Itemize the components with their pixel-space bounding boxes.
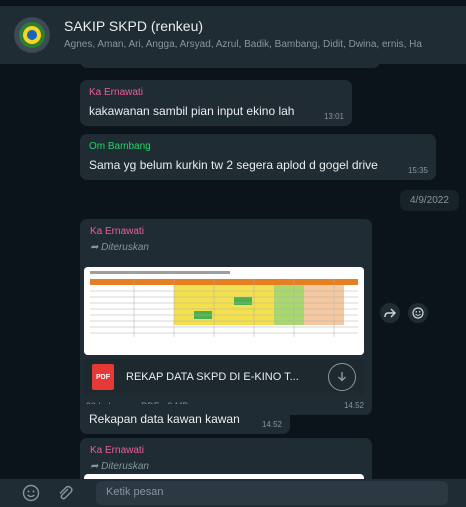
forwarded-label: ➦ Diteruskan: [86, 241, 366, 255]
forward-arrow-icon: ➦: [90, 242, 99, 253]
download-icon: [337, 372, 347, 382]
message-bubble[interactable]: Rekapan data kawan kawan 14.52: [80, 404, 290, 434]
message-list[interactable]: Ka Ernawati kakawanan sambil pian input …: [0, 64, 466, 479]
message-input[interactable]: Ketik pesan: [96, 481, 448, 505]
group-avatar[interactable]: [14, 17, 50, 53]
participants-list: Agnes, Aman, Ari, Angga, Arsyad, Azrul, …: [64, 39, 422, 50]
group-name: SAKIP SKPD (renkeu): [64, 18, 204, 34]
forwarded-text: Diteruskan: [101, 242, 149, 253]
message-bubble[interactable]: Ka Ernawati kakawanan sambil pian input …: [80, 80, 352, 126]
chat-window: SAKIP SKPD (renkeu) Agnes, Aman, Ari, An…: [0, 0, 466, 507]
message-text: kakawanan sambil pian input ekino lah: [89, 104, 295, 118]
document-thumbnail[interactable]: [84, 267, 364, 355]
message-time: 14.52: [261, 420, 282, 429]
sender-name[interactable]: Om Bambang: [89, 140, 427, 154]
emblem-icon: [19, 22, 45, 48]
attach-button[interactable]: [52, 480, 78, 506]
sender-name[interactable]: Ka Ernawati: [86, 225, 366, 239]
message-time: 15:35: [407, 166, 428, 175]
sender-name[interactable]: Ka Ernawati: [89, 86, 343, 100]
paperclip-icon: [59, 485, 73, 500]
forwarded-text: Diteruskan: [101, 461, 149, 472]
spreadsheet-preview: [84, 267, 364, 355]
document-file-row[interactable]: PDF REKAP DATA SKPD DI E-KINO T...: [84, 359, 364, 395]
message-actions: [380, 303, 428, 323]
pdf-icon: PDF: [92, 364, 114, 390]
date-chip: 4/9/2022: [400, 190, 459, 211]
document-message[interactable]: Ka Ernawati ➦ Diteruskan: [80, 438, 372, 479]
message-time: 13:01: [323, 112, 344, 121]
react-button[interactable]: [408, 303, 428, 323]
forward-button[interactable]: [380, 303, 400, 323]
sender-name[interactable]: Ka Ernawati: [86, 444, 366, 458]
document-name[interactable]: REKAP DATA SKPD DI E-KINO T...: [126, 371, 328, 383]
message-time: 14.52: [343, 401, 364, 410]
forward-arrow-icon: ➦: [90, 461, 99, 472]
message-text: Rekapan data kawan kawan: [89, 412, 240, 426]
message-bubble[interactable]: Om Bambang Sama yg belum kurkin tw 2 seg…: [80, 134, 436, 180]
forward-icon: [384, 308, 396, 318]
composer-bar: Ketik pesan: [0, 479, 466, 507]
download-button[interactable]: [328, 363, 356, 391]
emoji-button[interactable]: [18, 480, 44, 506]
document-message[interactable]: Ka Ernawati ➦ Diteruskan: [80, 219, 372, 415]
emoji-icon: [22, 484, 40, 502]
chat-header[interactable]: SAKIP SKPD (renkeu) Agnes, Aman, Ari, An…: [0, 6, 466, 64]
message-bubble[interactable]: [80, 64, 380, 68]
smiley-icon: [412, 307, 424, 319]
forwarded-label: ➦ Diteruskan: [86, 460, 366, 474]
message-text: Sama yg belum kurkin tw 2 segera aplod d…: [89, 158, 378, 172]
